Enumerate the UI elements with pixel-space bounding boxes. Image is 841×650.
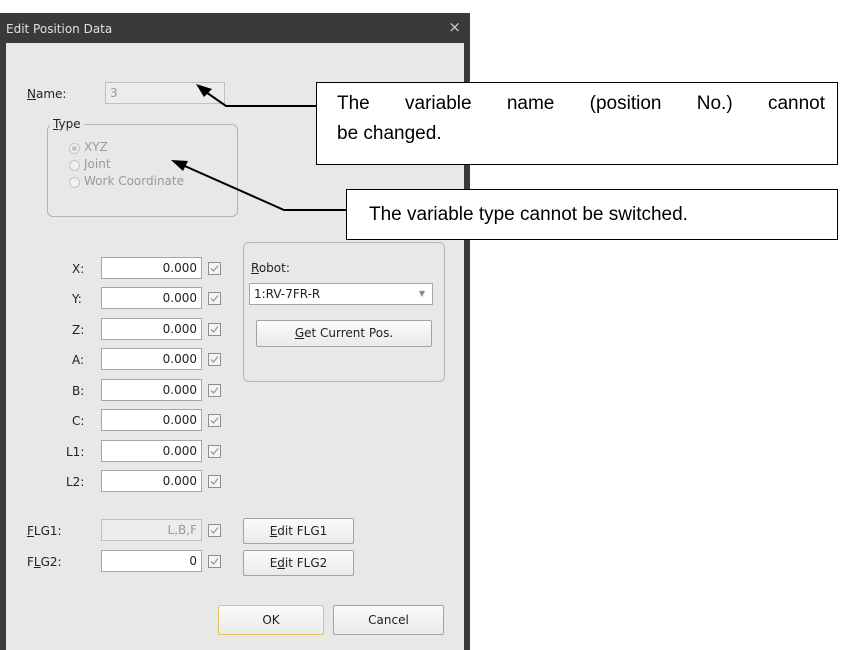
type-note-callout: The variable type cannot be switched. (346, 189, 838, 240)
type-note-arrow (177, 162, 346, 211)
name-note-callout: The variable name (position No.) cannot … (316, 82, 838, 165)
name-note-line2: be changed. (337, 123, 442, 144)
type-note-arrowhead (171, 160, 188, 171)
name-note-line1: The variable name (position No.) cannot (337, 93, 825, 114)
name-note-arrow (202, 89, 316, 107)
